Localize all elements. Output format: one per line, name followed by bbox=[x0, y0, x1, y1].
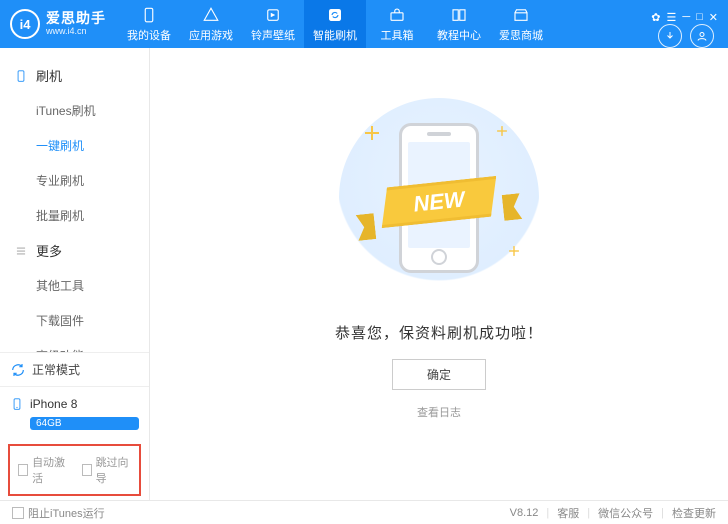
ok-button[interactable]: 确定 bbox=[392, 359, 486, 390]
nav-store[interactable]: 爱思商城 bbox=[490, 0, 552, 48]
nav-tutorials[interactable]: 教程中心 bbox=[428, 0, 490, 48]
sparkle-icon bbox=[365, 126, 379, 140]
nav-label: 智能刷机 bbox=[313, 27, 357, 43]
device-indicator[interactable]: iPhone 8 64GB bbox=[0, 386, 149, 438]
success-message: 恭喜您，保资料刷机成功啦！ bbox=[335, 322, 543, 343]
skip-wizard-checkbox[interactable]: 跳过向导 bbox=[82, 454, 132, 486]
nav-label: 工具箱 bbox=[381, 27, 414, 43]
divider: | bbox=[546, 507, 549, 519]
sidebar: 刷机 iTunes刷机 一键刷机 专业刷机 批量刷机 更多 其他工具 下载固件 … bbox=[0, 48, 150, 500]
top-nav: 我的设备 应用游戏 铃声壁纸 智能刷机 工具箱 教程中心 爱思商城 bbox=[118, 0, 641, 48]
book-icon bbox=[450, 6, 468, 24]
close-button[interactable]: ✕ bbox=[709, 11, 718, 24]
phone-icon bbox=[14, 69, 28, 83]
device-name: iPhone 8 bbox=[30, 397, 77, 411]
check-label: 自动激活 bbox=[32, 454, 67, 486]
app-url: www.i4.cn bbox=[46, 27, 106, 37]
app-logo: i4 爱思助手 www.i4.cn bbox=[0, 9, 118, 39]
view-log-link[interactable]: 查看日志 bbox=[417, 404, 461, 420]
refresh-icon bbox=[326, 6, 344, 24]
divider: | bbox=[587, 507, 590, 519]
media-icon bbox=[264, 6, 282, 24]
sparkle-icon bbox=[497, 126, 507, 136]
nav-label: 我的设备 bbox=[127, 27, 171, 43]
nav-label: 教程中心 bbox=[437, 27, 481, 43]
success-illustration: NEW bbox=[339, 98, 539, 298]
store-icon bbox=[512, 6, 530, 24]
auto-activate-checkbox[interactable]: 自动激活 bbox=[18, 454, 68, 486]
new-ribbon: NEW bbox=[378, 176, 501, 228]
download-button[interactable] bbox=[658, 24, 682, 48]
sidebar-group-flash[interactable]: 刷机 bbox=[0, 58, 149, 93]
skin-icon[interactable]: ☰ bbox=[666, 11, 676, 24]
app-title: 爱思助手 bbox=[46, 11, 106, 26]
nav-apps[interactable]: 应用游戏 bbox=[180, 0, 242, 48]
nav-toolbox[interactable]: 工具箱 bbox=[366, 0, 428, 48]
nav-flash[interactable]: 智能刷机 bbox=[304, 0, 366, 48]
sidebar-item-oneclick-flash[interactable]: 一键刷机 bbox=[0, 128, 149, 163]
phone-icon bbox=[10, 395, 24, 413]
toolbox-icon bbox=[388, 6, 406, 24]
check-update-link[interactable]: 检查更新 bbox=[672, 505, 716, 521]
apps-icon bbox=[202, 6, 220, 24]
nav-label: 铃声壁纸 bbox=[251, 27, 295, 43]
support-link[interactable]: 客服 bbox=[557, 505, 579, 521]
nav-label: 爱思商城 bbox=[499, 27, 543, 43]
check-label: 跳过向导 bbox=[96, 454, 131, 486]
settings-icon[interactable]: ✿ bbox=[651, 11, 660, 24]
list-icon bbox=[14, 244, 28, 258]
minimize-button[interactable]: ─ bbox=[682, 11, 690, 23]
user-button[interactable] bbox=[690, 24, 714, 48]
sidebar-item-other-tools[interactable]: 其他工具 bbox=[0, 268, 149, 303]
maximize-button[interactable]: □ bbox=[696, 11, 703, 23]
sidebar-item-pro-flash[interactable]: 专业刷机 bbox=[0, 163, 149, 198]
wechat-link[interactable]: 微信公众号 bbox=[598, 505, 653, 521]
bottom-checks: 自动激活 跳过向导 bbox=[8, 444, 141, 496]
sidebar-item-advanced[interactable]: 高级功能 bbox=[0, 338, 149, 352]
sidebar-item-download-firmware[interactable]: 下载固件 bbox=[0, 303, 149, 338]
group-title: 刷机 bbox=[36, 66, 62, 85]
main-content: NEW 恭喜您，保资料刷机成功啦！ 确定 查看日志 bbox=[150, 48, 728, 500]
sidebar-item-itunes-flash[interactable]: iTunes刷机 bbox=[0, 93, 149, 128]
check-label: 阻止iTunes运行 bbox=[28, 505, 105, 521]
sidebar-item-batch-flash[interactable]: 批量刷机 bbox=[0, 198, 149, 233]
nav-ringtones[interactable]: 铃声壁纸 bbox=[242, 0, 304, 48]
logo-badge: i4 bbox=[10, 9, 40, 39]
phone-icon bbox=[140, 6, 158, 24]
nav-my-device[interactable]: 我的设备 bbox=[118, 0, 180, 48]
sparkle-icon bbox=[509, 246, 519, 256]
mode-indicator[interactable]: 正常模式 bbox=[0, 352, 149, 386]
group-title: 更多 bbox=[36, 241, 62, 260]
titlebar-actions bbox=[644, 24, 728, 48]
block-itunes-checkbox[interactable]: 阻止iTunes运行 bbox=[12, 505, 105, 521]
titlebar: i4 爱思助手 www.i4.cn 我的设备 应用游戏 铃声壁纸 智能刷机 工具… bbox=[0, 0, 728, 48]
ribbon-tail bbox=[356, 213, 377, 241]
divider: | bbox=[661, 507, 664, 519]
sidebar-group-more[interactable]: 更多 bbox=[0, 233, 149, 268]
refresh-icon bbox=[10, 362, 26, 378]
version-label: V8.12 bbox=[510, 507, 539, 519]
ribbon-tail bbox=[502, 193, 523, 221]
storage-badge: 64GB bbox=[30, 417, 139, 430]
mode-label: 正常模式 bbox=[32, 361, 80, 378]
nav-label: 应用游戏 bbox=[189, 27, 233, 43]
statusbar: 阻止iTunes运行 V8.12 | 客服 | 微信公众号 | 检查更新 bbox=[0, 500, 728, 524]
